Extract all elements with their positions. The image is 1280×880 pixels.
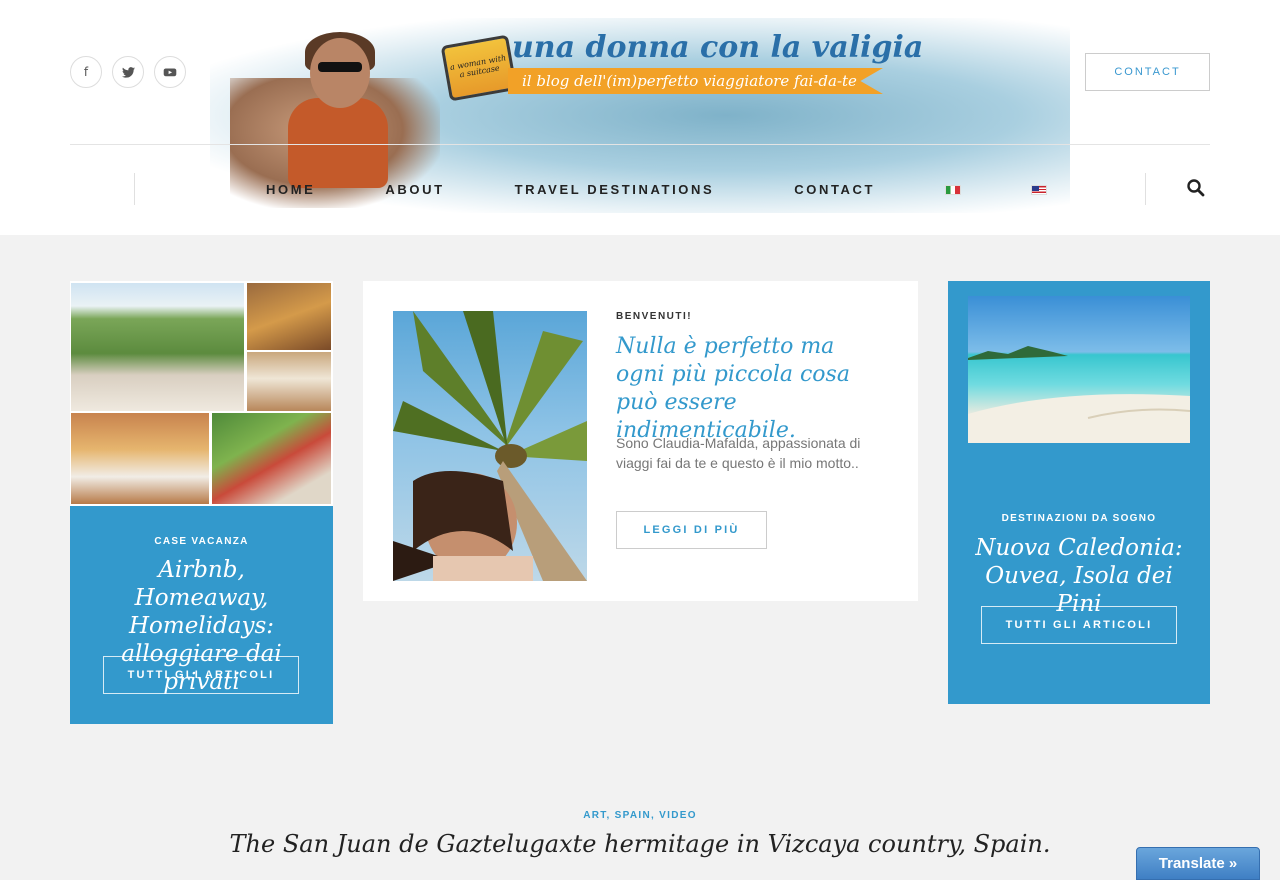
site-logo-title[interactable]: una donna con la valigia — [512, 30, 923, 65]
ouvea-beach-photo — [968, 296, 1190, 443]
dining-room-photo — [247, 283, 331, 350]
author-palm-photo — [393, 311, 587, 581]
featured-card-case-vacanza[interactable]: CASE VACANZA Airbnb, Homeaway, Homeliday… — [70, 281, 333, 724]
youtube-icon[interactable] — [154, 56, 186, 88]
welcome-card: BENVENUTI! Nulla è perfetto ma ogni più … — [363, 281, 918, 601]
breakfast-plate-photo — [247, 352, 331, 411]
nav-about[interactable]: ABOUT — [385, 182, 444, 197]
main-nav: HOME ABOUT TRAVEL DESTINATIONS CONTACT — [266, 182, 1048, 197]
nav-divider-right — [1145, 173, 1146, 205]
palm-illustration — [393, 311, 587, 581]
woman-face — [310, 38, 370, 108]
welcome-text: Sono Claudia-Mafalda, appassionata di vi… — [616, 435, 861, 471]
nav-divider-left — [134, 173, 135, 205]
youtube-logo-icon — [163, 68, 177, 77]
header-divider — [70, 144, 1210, 145]
suitcase-text: a woman with a suitcase — [449, 53, 507, 80]
italian-flag-icon[interactable] — [945, 184, 962, 195]
nav-travel-destinations[interactable]: TRAVEL DESTINATIONS — [515, 182, 715, 197]
nav-contact[interactable]: CONTACT — [794, 182, 875, 197]
garden-table-photo — [71, 283, 244, 411]
fruit-breakfast-photo — [71, 413, 209, 504]
us-flag-icon[interactable] — [1031, 184, 1048, 195]
contact-button[interactable]: CONTACT — [1085, 53, 1210, 91]
twitter-icon[interactable] — [112, 56, 144, 88]
featured-card-destinazioni[interactable]: DESTINAZIONI DA SOGNO Nuova Caledonia: O… — [948, 281, 1210, 704]
woman-figure — [288, 98, 388, 188]
search-icon[interactable] — [1186, 178, 1206, 198]
welcome-label: BENVENUTI! — [616, 311, 693, 322]
site-header: f a woman with a suitcase una donna con … — [0, 0, 1280, 235]
suitcase-logo-icon: a woman with a suitcase — [440, 34, 518, 102]
welcome-quote: Nulla è perfetto ma ogni più piccola cos… — [616, 334, 850, 443]
post-categories[interactable]: ART, SPAIN, VIDEO — [0, 810, 1280, 821]
man-breakfast-photo — [212, 413, 331, 504]
facebook-icon[interactable]: f — [70, 56, 102, 88]
all-articles-button[interactable]: TUTTI GLI ARTICOLI — [103, 656, 299, 694]
site-tagline: il blog dell'(im)perfetto viaggiatore fa… — [508, 68, 883, 94]
sunglasses — [318, 62, 362, 72]
all-articles-button[interactable]: TUTTI GLI ARTICOLI — [981, 606, 1177, 644]
social-links: f — [70, 56, 186, 88]
read-more-button[interactable]: LEGGI DI PIÙ — [616, 511, 767, 549]
post-title[interactable]: The San Juan de Gaztelugaxte hermitage i… — [0, 830, 1280, 858]
beach-illustration — [968, 346, 1190, 443]
nav-home[interactable]: HOME — [266, 182, 315, 197]
card-category[interactable]: CASE VACANZA — [70, 536, 333, 547]
breakfast-collage-image — [70, 281, 333, 506]
twitter-bird-icon — [121, 66, 135, 78]
card-category[interactable]: DESTINAZIONI DA SOGNO — [948, 513, 1210, 524]
translate-button[interactable]: Translate » — [1136, 847, 1260, 880]
